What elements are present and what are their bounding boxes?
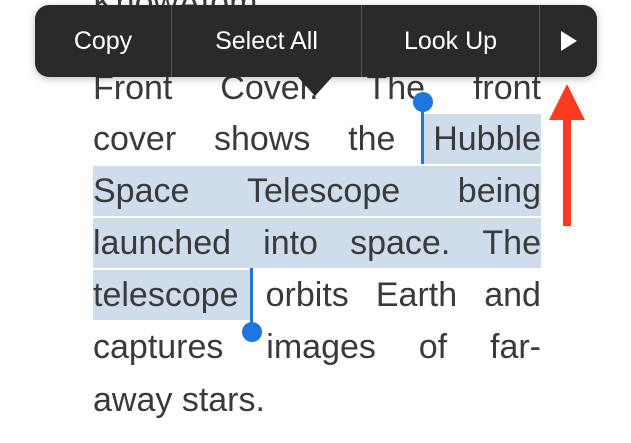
text-line-4: launched into space. The — [93, 218, 541, 268]
word: far- — [490, 328, 541, 366]
word: Earth — [375, 276, 458, 314]
word: cover — [93, 120, 177, 158]
word: into — [263, 224, 318, 262]
word: space. — [350, 224, 451, 262]
word: The — [482, 224, 541, 262]
selection-end-handle[interactable] — [242, 322, 262, 342]
text-line-3: Space Telescope being — [93, 166, 541, 216]
text-line-2: cover shows the Hubble — [93, 114, 541, 164]
copy-button[interactable]: Copy — [35, 5, 172, 77]
text-line-7-content: away stars. — [93, 381, 265, 419]
word: captures — [93, 328, 224, 366]
word: shows — [213, 120, 311, 158]
selection-end-handle-bar[interactable] — [250, 268, 253, 328]
word: being — [457, 172, 541, 210]
word: of — [418, 328, 448, 366]
word: orbits — [265, 276, 349, 314]
text-line-5: telescope orbits Earth and — [93, 270, 541, 320]
selection-start-handle-bar[interactable] — [421, 104, 424, 164]
word: and — [484, 276, 541, 314]
word: the — [348, 120, 396, 158]
edit-context-menu: Copy Select All Look Up — [35, 5, 597, 77]
text-line-6: captures images of far- — [93, 322, 541, 372]
play-right-icon — [560, 31, 577, 51]
word: images — [266, 328, 376, 366]
word: Hubble — [433, 120, 541, 158]
more-options-button[interactable] — [540, 5, 597, 77]
select-all-button[interactable]: Select All — [172, 5, 362, 77]
annotation-arrow-up-icon — [549, 84, 585, 226]
text-line-7: away stars. — [93, 375, 541, 425]
word: Telescope — [247, 172, 401, 210]
look-up-button[interactable]: Look Up — [362, 5, 540, 77]
selection-start-handle[interactable] — [413, 92, 433, 112]
menu-pointer — [297, 76, 333, 96]
word: launched — [93, 224, 232, 262]
word: Space — [93, 172, 190, 210]
word: telescope — [93, 276, 239, 314]
